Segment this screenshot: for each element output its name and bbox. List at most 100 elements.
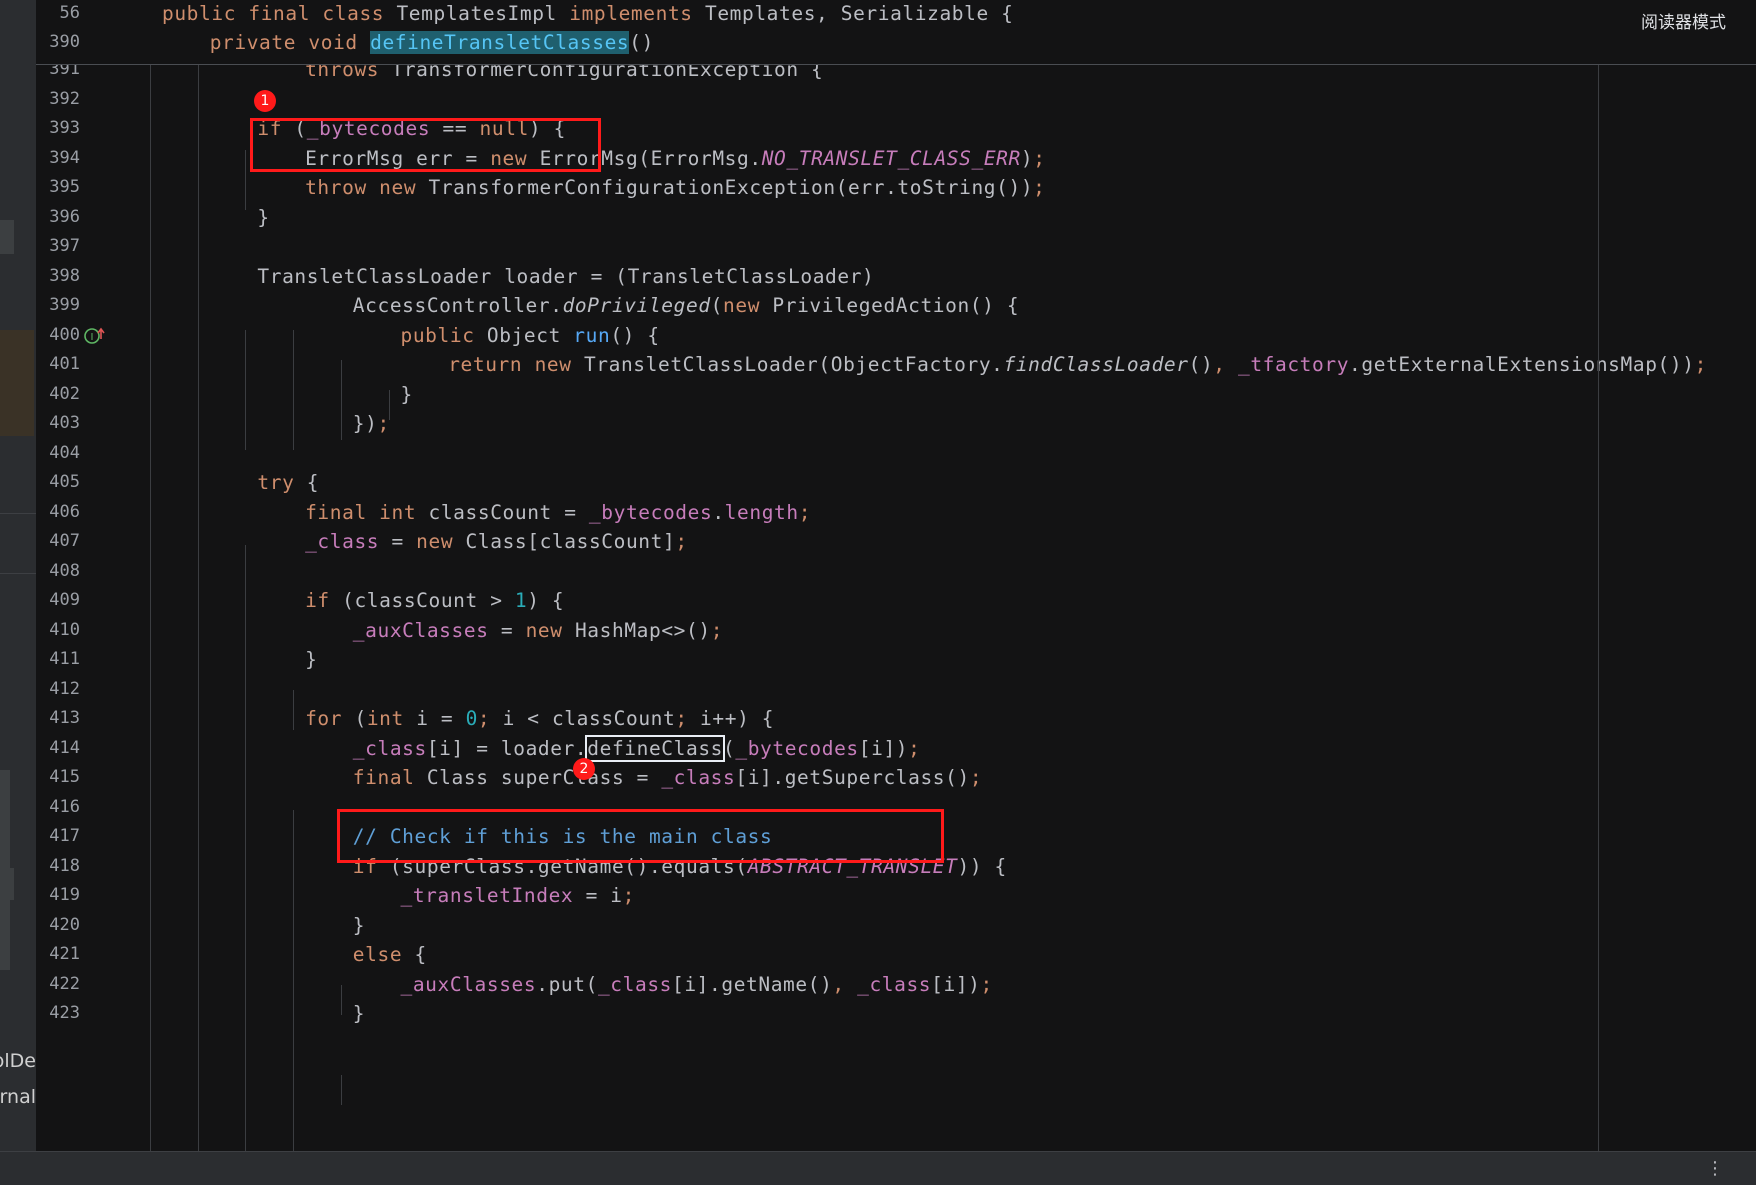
code-token: [i].getName() bbox=[672, 972, 833, 996]
strip-tab-mark[interactable] bbox=[0, 220, 14, 254]
code-line[interactable]: 399 AccessController.doPrivileged(new Pri… bbox=[36, 289, 1756, 322]
code-token: Templates, Serializable { bbox=[704, 2, 1014, 25]
implements-method-icon[interactable]: I bbox=[84, 327, 106, 349]
code-token: try bbox=[257, 471, 307, 494]
code-token: ; bbox=[622, 884, 635, 907]
code-token: () { bbox=[610, 323, 660, 347]
indent-guide bbox=[293, 690, 295, 730]
code-line[interactable]: 415 final Class superClass = _class[i].ge… bbox=[36, 761, 1756, 794]
code-token: ; bbox=[798, 500, 812, 524]
code-token: ; bbox=[908, 736, 921, 760]
code-token: findClassLoader bbox=[1003, 353, 1189, 376]
code-token: } bbox=[352, 913, 366, 937]
code-token: }) bbox=[352, 412, 378, 435]
code-line[interactable]: 395 throw new TransformerConfigurationExc… bbox=[36, 171, 1756, 204]
line-number: 423 bbox=[49, 1003, 80, 1023]
code-line[interactable]: 407 _class = new Class[classCount]; bbox=[36, 525, 1756, 558]
strip-divider bbox=[0, 513, 36, 514]
indent-guide bbox=[388, 390, 390, 420]
code-editor[interactable]: 56 public final class TemplatesImpl imple… bbox=[36, 0, 1756, 1151]
code-token: Object bbox=[486, 323, 574, 347]
code-token: = bbox=[379, 530, 417, 553]
code-token: , bbox=[1213, 353, 1238, 376]
code-token: = i bbox=[573, 884, 623, 907]
indent-guide bbox=[340, 985, 342, 1015]
code-token: else bbox=[352, 943, 415, 966]
line-number: 396 bbox=[49, 206, 80, 227]
code-token: public bbox=[400, 323, 487, 347]
code-line[interactable]: 408 bbox=[36, 555, 1756, 588]
line-number: 421 bbox=[49, 944, 80, 964]
annotation-badge-2: 2 bbox=[573, 758, 595, 780]
code-line[interactable]: 406 final int classCount = _bytecodes.len… bbox=[36, 496, 1756, 529]
code-text: _auxClasses = new HashMap<>(); bbox=[353, 614, 723, 647]
code-token: i++) { bbox=[700, 707, 775, 730]
code-token: return new bbox=[448, 353, 584, 376]
code-token: TransletClassLoader loader = (TransletCl… bbox=[257, 264, 875, 288]
code-text: } bbox=[353, 909, 365, 942]
code-line[interactable]: 398 TransletClassLoader loader = (Transle… bbox=[36, 260, 1756, 293]
code-token: } bbox=[305, 648, 318, 671]
strip-divider bbox=[0, 573, 36, 574]
code-token: NO_TRANSLET_CLASS_ERR bbox=[761, 146, 1021, 170]
code-token: PrivilegedAction() { bbox=[772, 294, 1020, 317]
line-number: 413 bbox=[49, 708, 80, 728]
line-number: 390 bbox=[49, 32, 80, 52]
code-token: _class bbox=[661, 766, 736, 789]
line-number: 400 bbox=[49, 324, 80, 345]
code-token: )) { bbox=[957, 854, 1007, 878]
line-number: 417 bbox=[49, 826, 80, 846]
line-number: 406 bbox=[49, 501, 80, 522]
code-token: _auxClasses bbox=[352, 618, 489, 642]
code-text: final int classCount = _bytecodes.length… bbox=[305, 496, 811, 529]
code-line[interactable]: 396} bbox=[36, 201, 1756, 234]
sticky-lines-header[interactable]: 56 public final class TemplatesImpl imple… bbox=[36, 0, 1756, 65]
code-token: if bbox=[305, 589, 343, 612]
line-number: 397 bbox=[49, 236, 80, 256]
code-token: ; bbox=[980, 972, 993, 996]
code-token: , bbox=[832, 972, 858, 996]
code-token: ) { bbox=[527, 589, 565, 612]
line-number: 420 bbox=[49, 914, 80, 935]
code-token: . bbox=[712, 500, 725, 524]
code-line[interactable]: 405 try { bbox=[36, 466, 1756, 499]
code-token: new bbox=[416, 530, 466, 553]
code-token: HashMap<>() bbox=[574, 618, 711, 642]
code-text: try { bbox=[257, 466, 319, 499]
code-token: ( bbox=[354, 707, 367, 730]
code-line[interactable]: 397 bbox=[36, 230, 1756, 263]
indent-guide bbox=[150, 64, 151, 1151]
code-token: _bytecodes bbox=[588, 500, 713, 524]
annotation-box-1 bbox=[250, 118, 601, 172]
code-token: ; bbox=[675, 530, 688, 553]
code-token: _tfactory bbox=[1237, 353, 1350, 376]
code-token: _auxClasses bbox=[400, 972, 537, 996]
code-line[interactable]: 410 _auxClasses = new HashMap<>(); bbox=[36, 614, 1756, 647]
strip-highlight bbox=[0, 330, 34, 436]
code-token: ) bbox=[1020, 146, 1034, 170]
reader-mode-button[interactable]: 阅读器模式 bbox=[1641, 8, 1726, 33]
code-text: _auxClasses.put(_class[i].getName(), _cl… bbox=[401, 968, 993, 1001]
more-vertical-icon[interactable]: ⋮ bbox=[1706, 1158, 1724, 1179]
line-number: 401 bbox=[49, 354, 80, 374]
code-line[interactable]: 392 bbox=[36, 83, 1756, 116]
code-line[interactable]: 414 _class[i] = loader.defineClass(_bytec… bbox=[36, 732, 1756, 765]
line-number: 398 bbox=[49, 265, 80, 286]
code-token: [i].getSuperclass() bbox=[735, 766, 970, 789]
right-margin-guide bbox=[1598, 64, 1599, 1151]
code-text: if (classCount > 1) { bbox=[305, 584, 564, 617]
code-token: 0 bbox=[465, 707, 478, 730]
code-token: _class bbox=[597, 972, 672, 996]
code-token: .put( bbox=[536, 972, 598, 996]
code-token: ( bbox=[710, 294, 724, 317]
code-line[interactable]: 411} bbox=[36, 643, 1756, 676]
code-token: Class superClass = bbox=[426, 766, 662, 789]
svg-text:I: I bbox=[91, 332, 94, 343]
strip-tab-mark[interactable] bbox=[0, 868, 14, 900]
code-text: } bbox=[353, 997, 365, 1030]
indent-guide bbox=[245, 150, 247, 210]
code-token: ; bbox=[1033, 146, 1046, 170]
code-token: (classCount > bbox=[342, 589, 515, 612]
code-line[interactable]: 409 if (classCount > 1) { bbox=[36, 584, 1756, 617]
code-line[interactable]: 390 private void defineTransletClasses() bbox=[36, 26, 1756, 59]
